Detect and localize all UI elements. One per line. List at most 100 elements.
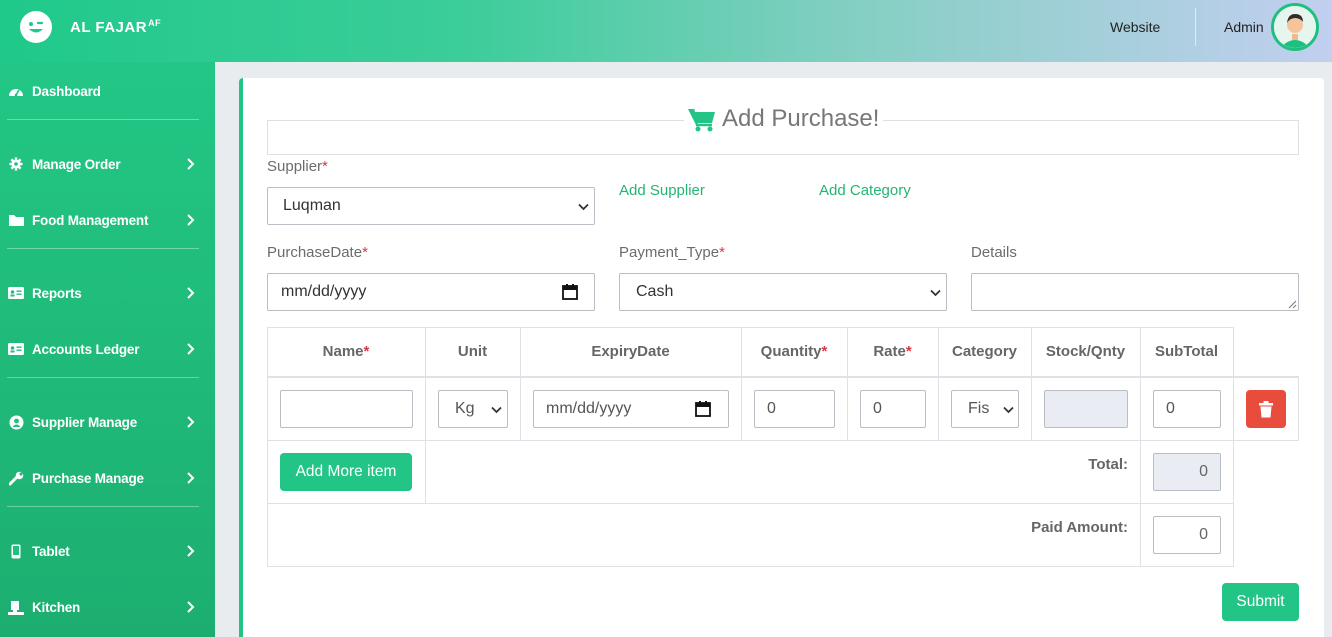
details-textarea[interactable] (971, 273, 1299, 311)
sidebar-item-label: Purchase Manage (32, 470, 144, 486)
date-placeholder: mm/dd/yyyy (546, 400, 632, 417)
avatar[interactable] (1271, 3, 1319, 51)
calendar-icon[interactable] (695, 401, 711, 417)
form-legend: Add Purchase! (684, 105, 884, 133)
paid-amount-label: Paid Amount: (1031, 519, 1128, 536)
calendar-icon[interactable] (562, 284, 578, 300)
sidebar-divider (7, 506, 199, 507)
chevron-right-icon (187, 416, 195, 428)
table-border (267, 327, 1233, 328)
header-quantity: Quantity* (760, 343, 828, 360)
wrench-icon (8, 470, 24, 486)
quantity-input[interactable]: 0 (754, 390, 835, 428)
sidebar-divider (7, 119, 199, 120)
brand-name: AL FAJARAF (70, 18, 162, 36)
payment-type-label: Payment_Type* (619, 244, 725, 261)
id-card-icon (8, 285, 24, 301)
brand[interactable]: AL FAJARAF (20, 11, 161, 43)
dashboard-icon (8, 83, 24, 99)
user-circle-icon (8, 414, 24, 430)
sidebar-item-reports[interactable]: Reports (0, 281, 215, 305)
table-border (267, 503, 1233, 504)
admin-link[interactable]: Admin (1224, 19, 1264, 35)
required-mark: * (821, 343, 828, 360)
sidebar-item-accounts-ledger[interactable]: Accounts Ledger (0, 337, 215, 361)
supplier-label: Supplier* (267, 158, 328, 175)
item-name-input[interactable] (280, 390, 413, 428)
chevron-right-icon (187, 472, 195, 484)
sidebar-item-dashboard[interactable]: Dashboard (0, 79, 215, 103)
sidebar-item-label: Supplier Manage (32, 414, 138, 430)
chevron-right-icon (187, 545, 195, 557)
sidebar-item-label: Food Management (32, 212, 149, 228)
chevron-down-icon (491, 406, 502, 414)
payment-type-select[interactable]: Cash (619, 273, 947, 311)
required-mark: * (363, 343, 370, 360)
sidebar-item-supplier-manage[interactable]: Supplier Manage (0, 410, 215, 434)
required-mark: * (719, 244, 725, 261)
sidebar-item-label: Accounts Ledger (32, 341, 140, 357)
header-unit: Unit (457, 343, 488, 360)
trash-icon (1259, 400, 1273, 417)
chevron-down-icon (930, 289, 941, 297)
header-rate: Rate* (873, 343, 912, 360)
sidebar-item-kitchen[interactable]: Kitchen (0, 595, 215, 619)
unit-select[interactable]: Kg (438, 390, 508, 428)
table-border (1298, 377, 1299, 441)
table-border (267, 566, 1233, 567)
expiry-date-input[interactable]: mm/dd/yyyy (533, 390, 729, 428)
supplier-select[interactable]: Luqman (267, 187, 595, 225)
sidebar-item-label: Reports (32, 285, 82, 301)
required-mark: * (905, 343, 912, 360)
smile-logo-icon (20, 11, 52, 43)
submit-button[interactable]: Submit (1222, 583, 1299, 621)
chevron-down-icon (1003, 406, 1014, 414)
brand-superscript: AF (148, 18, 162, 28)
stock-qty-readonly (1044, 390, 1128, 428)
sidebar-item-purchase-manage[interactable]: Purchase Manage (0, 466, 215, 490)
top-navbar: AL FAJARAF Website Admin (0, 0, 1332, 62)
paid-amount-input[interactable]: 0 (1153, 516, 1221, 554)
delete-row-button[interactable] (1246, 390, 1286, 428)
required-mark: * (362, 244, 368, 261)
shopping-cart-icon (688, 108, 715, 131)
add-more-item-button[interactable]: Add More item (280, 453, 412, 491)
chevron-right-icon (187, 601, 195, 613)
chevron-down-icon (578, 203, 589, 211)
mobile-icon (8, 543, 24, 559)
table-border (267, 440, 1299, 441)
unit-select-value: Kg (455, 400, 475, 417)
sidebar-divider (7, 248, 199, 249)
chevron-right-icon (187, 343, 195, 355)
header-expiry: ExpiryDate (591, 343, 670, 360)
chef-icon (8, 599, 24, 615)
sidebar-item-label: Manage Order (32, 156, 121, 172)
add-category-link[interactable]: Add Category (819, 182, 911, 199)
sidebar-item-label: Kitchen (32, 599, 81, 615)
header-category: Category (951, 343, 1018, 360)
header-stock: Stock/Qnty (1045, 343, 1126, 360)
sidebar-item-manage-order[interactable]: Manage Order (0, 152, 215, 176)
sidebar-item-label: Dashboard (32, 83, 101, 99)
form-title: Add Purchase! (722, 105, 880, 132)
resize-handle-icon[interactable] (1288, 300, 1297, 309)
supplier-select-value: Luqman (283, 197, 341, 214)
table-border (1140, 327, 1141, 567)
category-select[interactable]: Fis (951, 390, 1019, 428)
chevron-right-icon (187, 287, 195, 299)
purchase-date-input[interactable]: mm/dd/yyyy (267, 273, 595, 311)
table-border (267, 376, 1299, 378)
total-label: Total: (1088, 456, 1128, 473)
subtotal-input[interactable]: 0 (1153, 390, 1221, 428)
sidebar-item-tablet[interactable]: Tablet (0, 539, 215, 563)
folder-icon (8, 212, 24, 228)
sidebar-item-food-management[interactable]: Food Management (0, 208, 215, 232)
required-mark: * (322, 158, 328, 175)
chevron-right-icon (187, 214, 195, 226)
sidebar-item-label: Tablet (32, 543, 70, 559)
website-link[interactable]: Website (1110, 19, 1160, 35)
details-label: Details (971, 244, 1017, 261)
add-supplier-link[interactable]: Add Supplier (619, 182, 705, 199)
rate-input[interactable]: 0 (860, 390, 926, 428)
chevron-right-icon (187, 158, 195, 170)
